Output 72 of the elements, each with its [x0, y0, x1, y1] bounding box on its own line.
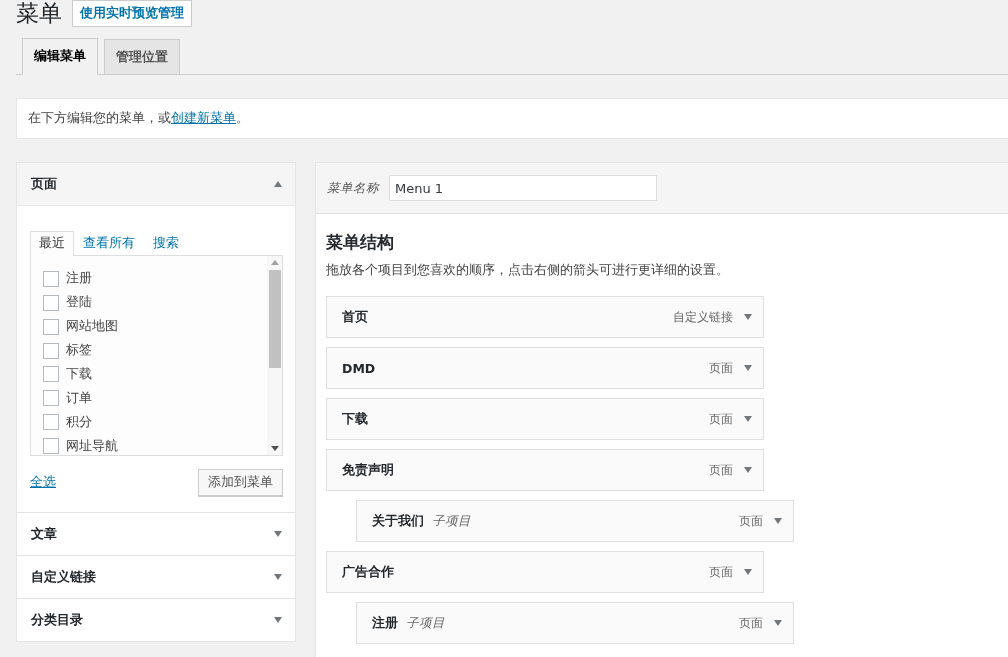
- page-label: 登陆: [66, 294, 92, 312]
- expand-arrow-icon[interactable]: [273, 616, 283, 624]
- notice-text: 在下方编辑您的菜单，或创建新菜单。: [16, 98, 1008, 139]
- sub-tab[interactable]: 最近: [30, 231, 74, 256]
- menu-name-field[interactable]: Menu 1: [389, 175, 657, 201]
- checkbox[interactable]: [43, 270, 59, 287]
- section-header[interactable]: 分类目录: [17, 599, 295, 641]
- expand-arrow-icon[interactable]: [273, 573, 283, 581]
- sub-tab[interactable]: 查看所有: [74, 231, 144, 255]
- menu-item-bar[interactable]: DMD 页面: [326, 347, 764, 389]
- item-type: 页面: [709, 563, 733, 581]
- checkbox[interactable]: [43, 390, 59, 407]
- item-type: 自定义链接: [673, 308, 733, 326]
- scrollbar[interactable]: [267, 256, 282, 455]
- menu-item-title: 注册: [372, 614, 398, 632]
- menu-item-title: 首页: [342, 308, 368, 326]
- section-header[interactable]: 自定义链接: [17, 556, 295, 598]
- page-label: 积分: [66, 413, 92, 431]
- add-to-menu-button[interactable]: 添加到菜单: [198, 469, 283, 496]
- item-type: 页面: [709, 461, 733, 479]
- page-label: 注册: [66, 270, 92, 288]
- page-label: 订单: [66, 389, 92, 407]
- menu-item-bar[interactable]: 关于我们 子项目 页面: [356, 500, 794, 542]
- live-preview-button[interactable]: 使用实时预览管理: [72, 0, 192, 27]
- checkbox[interactable]: [43, 318, 59, 335]
- section-header[interactable]: 页面: [17, 163, 295, 206]
- menu-item-title: 广告合作: [342, 563, 394, 581]
- expand-arrow-icon[interactable]: [743, 313, 753, 321]
- expand-arrow-icon[interactable]: [273, 530, 283, 538]
- page-label: 网址导航: [66, 437, 118, 455]
- menu-item-title: 关于我们: [372, 512, 424, 530]
- section-header[interactable]: 文章: [17, 513, 295, 555]
- menu-item-title: DMD: [342, 360, 376, 376]
- tab[interactable]: 管理位置: [104, 39, 180, 75]
- page-label: 下载: [66, 365, 92, 383]
- menu-item-bar[interactable]: 广告合作 页面: [326, 551, 764, 593]
- expand-arrow-icon[interactable]: [743, 415, 753, 423]
- page-title: 菜单: [16, 0, 62, 28]
- sub-item-label: 子项目: [432, 512, 471, 530]
- item-type: 页面: [709, 410, 733, 428]
- tab[interactable]: 编辑菜单: [22, 38, 98, 75]
- expand-arrow-icon[interactable]: [773, 517, 783, 525]
- checkbox[interactable]: [43, 294, 59, 311]
- expand-arrow-icon[interactable]: [743, 364, 753, 372]
- sub-item-label: 子项目: [406, 614, 445, 632]
- expand-arrow-icon[interactable]: [773, 619, 783, 627]
- create-menu-link[interactable]: 创建新菜单: [171, 110, 236, 125]
- select-all-link[interactable]: 全选: [30, 474, 56, 491]
- expand-arrow-icon[interactable]: [743, 568, 753, 576]
- checkbox[interactable]: [43, 366, 59, 383]
- item-type: 页面: [739, 614, 763, 632]
- menu-item-title: 下载: [342, 410, 368, 428]
- item-type: 页面: [709, 359, 733, 377]
- sub-tab[interactable]: 搜索: [144, 231, 188, 255]
- scroll-up-icon[interactable]: [270, 260, 279, 265]
- menu-item-bar[interactable]: 下载 页面: [326, 398, 764, 440]
- item-type: 页面: [739, 512, 763, 530]
- collapse-arrow-icon[interactable]: [273, 180, 283, 188]
- menu-item-bar[interactable]: 首页 自定义链接: [326, 296, 764, 338]
- checkbox[interactable]: [43, 414, 59, 431]
- checkbox[interactable]: [43, 438, 59, 455]
- expand-arrow-icon[interactable]: [743, 466, 753, 474]
- menu-item-title: 免责声明: [342, 461, 394, 479]
- menu-name-label: 菜单名称: [327, 179, 379, 197]
- menu-item-bar[interactable]: 免责声明 页面: [326, 449, 764, 491]
- menu-item-bar[interactable]: 注册 子项目 页面: [356, 602, 794, 644]
- scroll-down-icon[interactable]: [270, 446, 279, 451]
- section-heading: 菜单结构: [326, 232, 395, 254]
- instructions-text: 拖放各个项目到您喜欢的顺序，点击右侧的箭头可进行更详细的设置。: [326, 262, 730, 279]
- checkbox[interactable]: [43, 342, 59, 359]
- page-label: 标签: [66, 342, 92, 360]
- page-label: 网站地图: [66, 318, 118, 336]
